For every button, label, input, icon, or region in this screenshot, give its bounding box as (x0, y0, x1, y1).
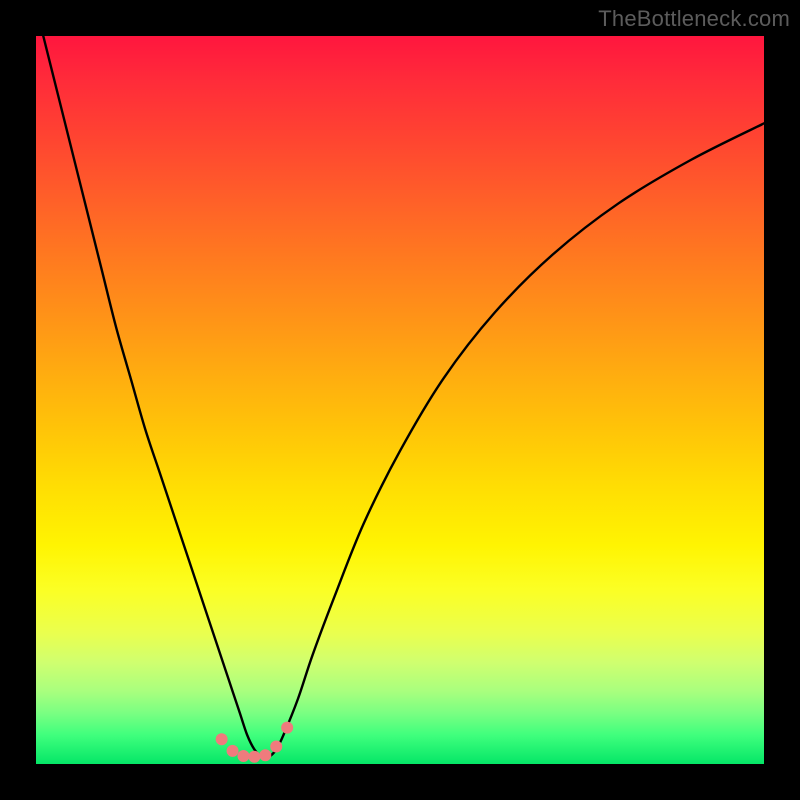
valley-dot (227, 745, 239, 757)
valley-dot (237, 750, 249, 762)
valley-dot (248, 751, 260, 763)
curve-svg (36, 36, 764, 764)
bottleneck-curve (43, 36, 764, 758)
chart-frame: TheBottleneck.com (0, 0, 800, 800)
valley-dot (259, 749, 271, 761)
valley-dot (270, 741, 282, 753)
plot-area (36, 36, 764, 764)
valley-dot (216, 733, 228, 745)
valley-dot (281, 722, 293, 734)
watermark-text: TheBottleneck.com (598, 6, 790, 32)
